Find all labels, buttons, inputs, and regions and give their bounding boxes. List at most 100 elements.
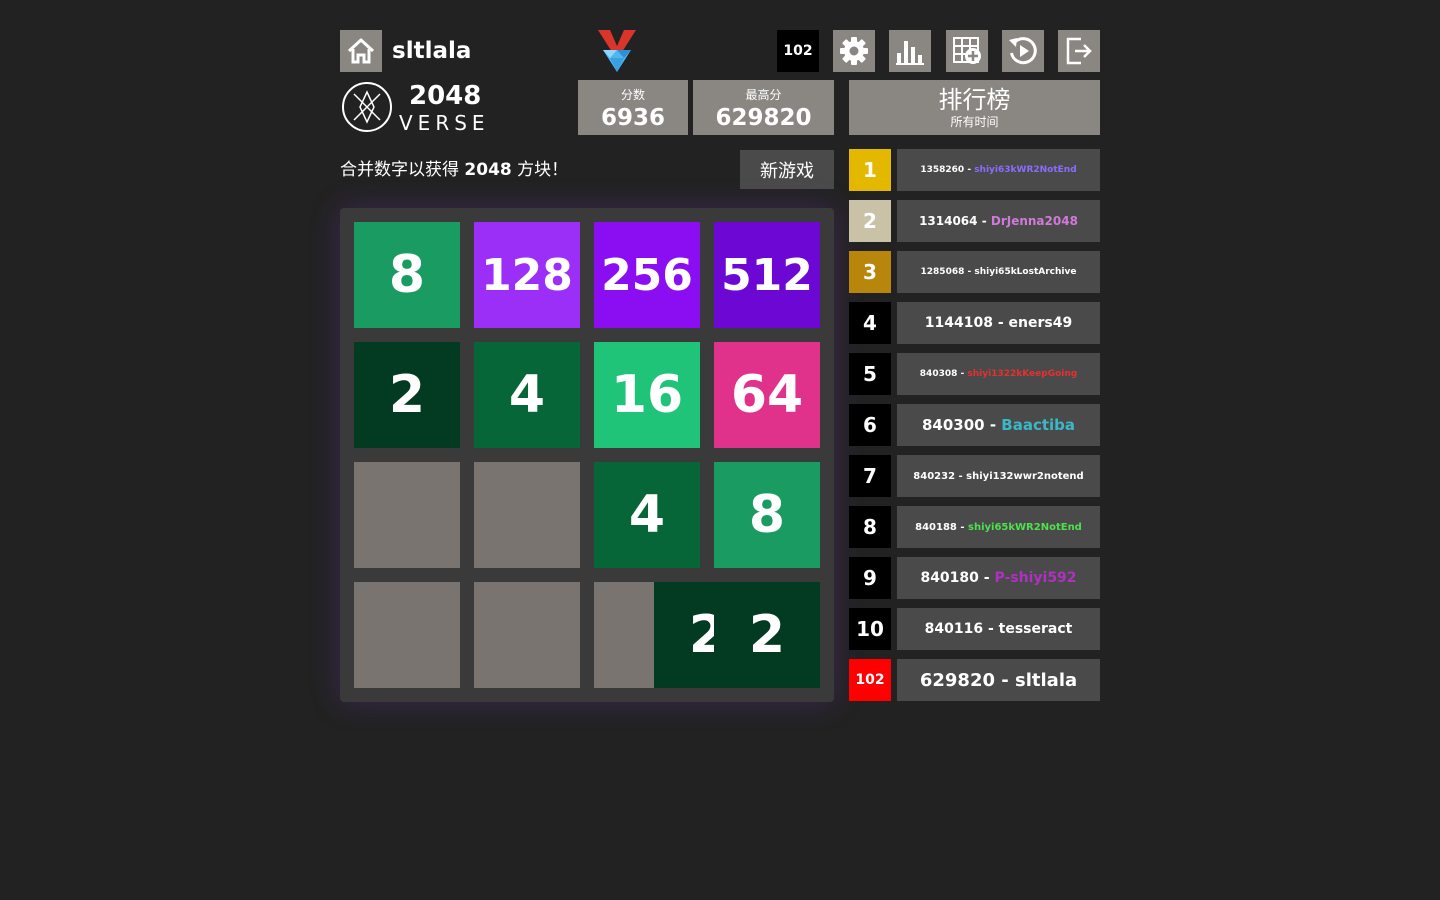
entry-score: 840116 <box>924 621 984 637</box>
gear-icon <box>840 37 868 65</box>
entry-score: 1358260 <box>920 165 965 175</box>
entry-separator: - <box>964 165 975 175</box>
tile: 16 <box>594 342 700 448</box>
entry-separator: - <box>995 669 1016 691</box>
leaderboard-header[interactable]: 排行榜 所有时间 <box>849 80 1100 135</box>
tile: 128 <box>474 222 580 328</box>
leaderboard-entry[interactable]: 840300 - Baactiba <box>897 404 1100 446</box>
entry-name: DrJenna2048 <box>990 214 1078 228</box>
leaderboard-entry[interactable]: 1314064 - DrJenna2048 <box>897 200 1100 242</box>
leaderboard-rank: 6 <box>849 404 891 446</box>
entry-score: 1314064 <box>919 214 978 228</box>
entry-separator: - <box>957 369 968 379</box>
add-board-icon <box>953 37 981 64</box>
score-box: 分数 6936 <box>578 80 688 135</box>
entry-separator: - <box>964 267 975 277</box>
tile: 2 <box>354 342 460 448</box>
intro-text: 合并数字以获得 2048 方块！ <box>340 156 568 184</box>
leaderboard-rank: 5 <box>849 353 891 395</box>
username: sltlala <box>392 38 472 64</box>
home-icon <box>347 38 375 64</box>
entry-separator: - <box>984 416 1002 434</box>
entry-score: 840232 <box>913 470 956 482</box>
home-button[interactable] <box>340 30 382 72</box>
leaderboard-rank: 7 <box>849 455 891 497</box>
entry-score: 840180 <box>920 570 979 586</box>
empty-cell <box>354 462 460 568</box>
leaderboard-rank: 4 <box>849 302 891 344</box>
tile: 64 <box>714 342 820 448</box>
entry-name: shiyi63kWR2NotEnd <box>974 165 1077 175</box>
settings-button[interactable] <box>833 30 875 72</box>
entry-name: shiyi65kWR2NotEnd <box>968 521 1082 533</box>
leaderboard-entry[interactable]: 1358260 - shiyi63kWR2NotEnd <box>897 149 1100 191</box>
entry-separator: - <box>956 521 969 533</box>
entry-name: shiyi132wwr2notend <box>966 470 1084 482</box>
score-label: 分数 <box>620 88 645 102</box>
leaderboard-entry[interactable]: 840308 - shiyi1322kKeepGoing <box>897 353 1100 395</box>
tile: 2 <box>714 582 820 688</box>
stats-icon <box>896 41 924 65</box>
verse-logo-icon <box>340 80 394 134</box>
replay-button[interactable] <box>1002 30 1044 72</box>
empty-cell <box>474 462 580 568</box>
leaderboard-entry[interactable]: 840188 - shiyi65kWR2NotEnd <box>897 506 1100 548</box>
stats-button[interactable] <box>889 30 931 72</box>
leaderboard-rank: 2 <box>849 200 891 242</box>
empty-cell <box>354 582 460 688</box>
entry-name: shiyi65kLostArchive <box>974 267 1077 277</box>
leaderboard-entry[interactable]: 1144108 - eners49 <box>897 302 1100 344</box>
new-game-button[interactable]: 新游戏 <box>740 150 834 189</box>
entry-name: Baactiba <box>1001 416 1076 434</box>
entry-name: eners49 <box>1008 315 1073 331</box>
entry-score: 840188 <box>915 521 957 533</box>
entry-name: shiyi1322kKeepGoing <box>967 369 1078 379</box>
leaderboard-entry[interactable]: 1285068 - shiyi65kLostArchive <box>897 251 1100 293</box>
entry-score: 1144108 <box>924 315 993 331</box>
leaderboard-rank: 3 <box>849 251 891 293</box>
tile: 4 <box>594 462 700 568</box>
add-board-button[interactable] <box>946 30 988 72</box>
game-board: 8 128 256 512 2 4 16 64 4 8 2 2 <box>340 208 834 702</box>
entry-separator: - <box>977 214 991 228</box>
entry-name: P-shiyi592 <box>994 570 1077 586</box>
score-value: 6936 <box>600 105 665 131</box>
rank-badge: 102 <box>777 30 819 72</box>
logo-subtitle: VERSE <box>399 111 490 135</box>
best-label: 最高分 <box>745 88 782 102</box>
tile: 8 <box>354 222 460 328</box>
tile: 256 <box>594 222 700 328</box>
leaderboard-entry[interactable]: 629820 - sltlala <box>897 659 1100 701</box>
logout-button[interactable] <box>1058 30 1100 72</box>
logout-icon <box>1066 37 1092 65</box>
replay-icon <box>1009 37 1037 65</box>
best-box: 最高分 629820 <box>693 80 834 135</box>
leaderboard-rank: 8 <box>849 506 891 548</box>
logo-title: 2048 <box>409 81 482 111</box>
best-value: 629820 <box>715 105 812 131</box>
logo-diamond-icon <box>596 28 638 74</box>
empty-cell <box>474 582 580 688</box>
entry-score: 1285068 <box>920 267 965 277</box>
tile: 4 <box>474 342 580 448</box>
entry-name: sltlala <box>1015 669 1078 691</box>
intro-before: 合并数字以获得 <box>340 160 465 180</box>
entry-score: 629820 <box>919 669 995 691</box>
leaderboard-rank: 10 <box>849 608 891 650</box>
intro-highlight: 2048 <box>464 160 512 180</box>
intro-after: 方块！ <box>511 160 569 180</box>
leaderboard-rank: 102 <box>849 659 891 701</box>
leaderboard-entry[interactable]: 840180 - P-shiyi592 <box>897 557 1100 599</box>
entry-name: tesseract <box>998 621 1073 637</box>
entry-separator: - <box>983 621 999 637</box>
tile: 8 <box>714 462 820 568</box>
leaderboard-entry[interactable]: 840116 - tesseract <box>897 608 1100 650</box>
leaderboard-rank: 9 <box>849 557 891 599</box>
entry-score: 840300 <box>921 416 985 434</box>
tile: 512 <box>714 222 820 328</box>
entry-separator: - <box>955 470 967 482</box>
entry-score: 840308 <box>919 369 958 379</box>
leaderboard-rank: 1 <box>849 149 891 191</box>
leaderboard-entry[interactable]: 840232 - shiyi132wwr2notend <box>897 455 1100 497</box>
entry-separator: - <box>992 315 1009 331</box>
